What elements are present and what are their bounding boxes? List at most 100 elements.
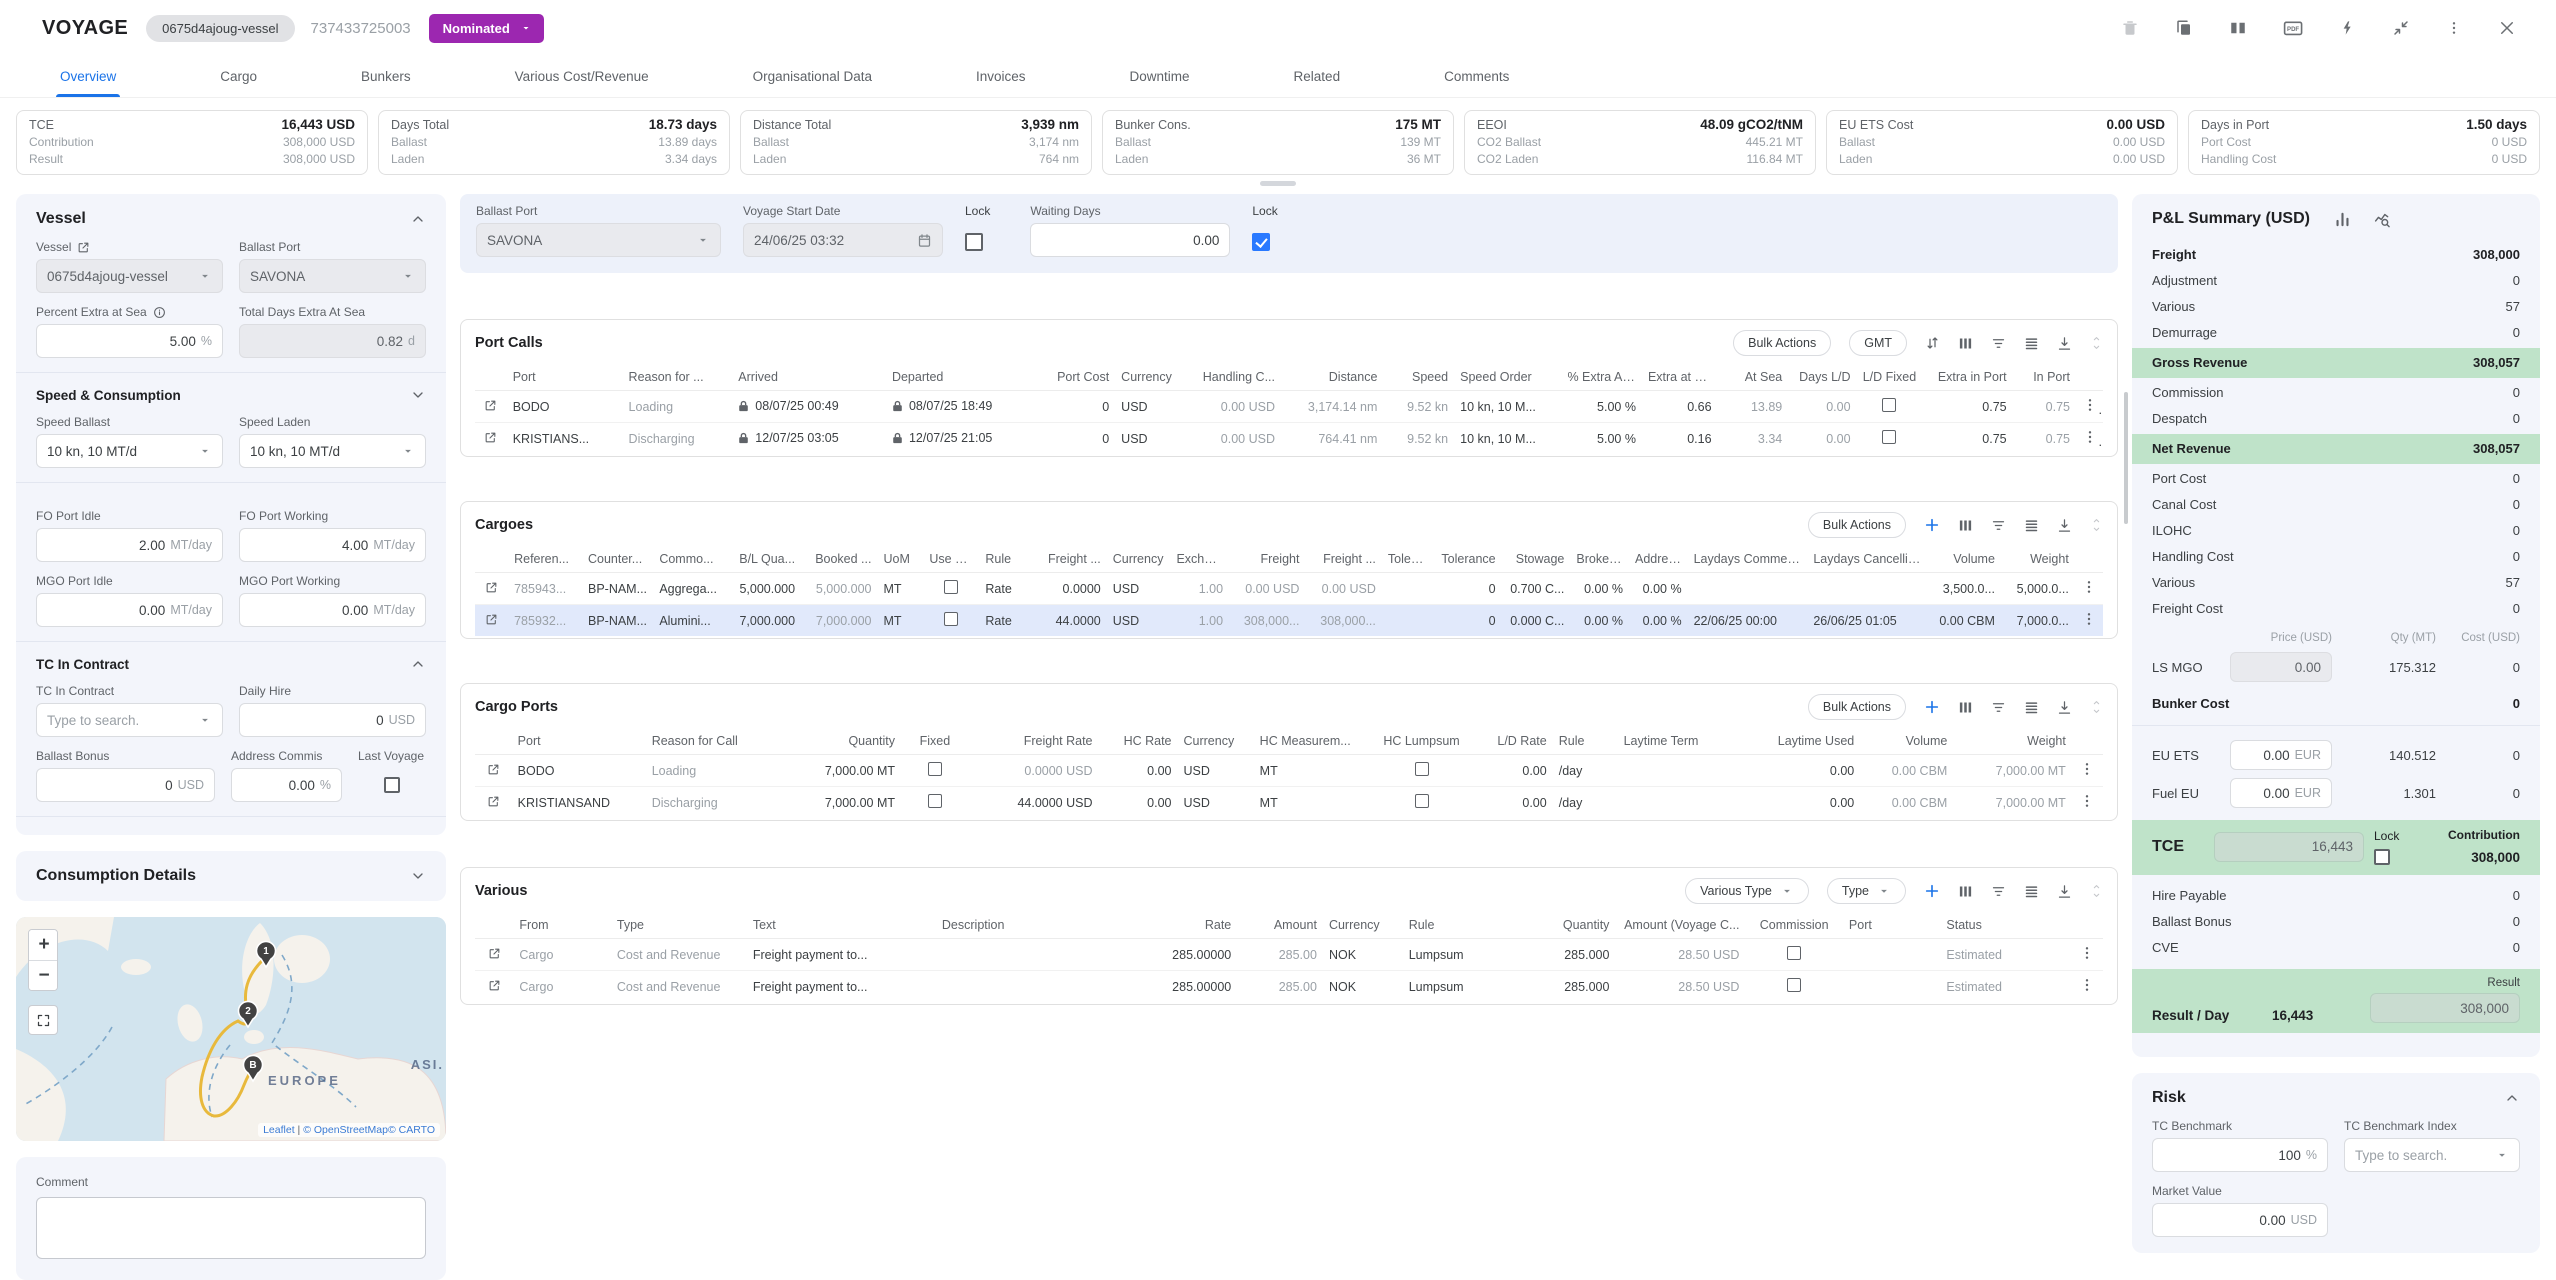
row-menu-icon[interactable] <box>2079 976 2095 994</box>
column-header[interactable]: Freight Rate <box>969 728 1099 755</box>
comment-input[interactable] <box>36 1197 426 1259</box>
open-row-icon[interactable] <box>487 763 500 776</box>
table-row[interactable]: BODOLoading7,000.00 MT0.0000 USD0.00USDM… <box>475 755 2103 787</box>
column-header[interactable]: Rule <box>1553 728 1618 755</box>
column-header[interactable]: Description <box>936 912 1113 939</box>
market-value-input[interactable] <box>2163 1213 2286 1228</box>
voyage-start-date-input[interactable]: 24/06/25 03:32 <box>743 223 943 257</box>
address-commission-input[interactable] <box>242 778 315 793</box>
tc-benchmark-input[interactable] <box>2163 1148 2301 1163</box>
column-header[interactable]: Rate <box>1113 912 1237 939</box>
type-dropdown[interactable]: Type <box>1827 878 1906 904</box>
column-header[interactable]: Tolerance <box>1433 546 1502 573</box>
kebab-icon[interactable] <box>2446 19 2462 37</box>
waiting-days-lock-checkbox[interactable] <box>1252 233 1270 251</box>
column-header[interactable]: Laytime Used <box>1745 728 1861 755</box>
bulk-actions-button[interactable]: Bulk Actions <box>1733 330 1831 356</box>
column-header[interactable]: B/L Qua... <box>725 546 801 573</box>
daily-hire-input[interactable] <box>250 713 384 728</box>
columns-icon[interactable] <box>1958 884 1973 899</box>
column-header[interactable]: Days L/D <box>1788 364 1856 391</box>
add-row-icon[interactable] <box>1924 883 1940 899</box>
column-header[interactable]: Distance <box>1281 364 1383 391</box>
column-header[interactable]: Broker C. <box>1570 546 1629 573</box>
rows-icon[interactable] <box>2024 700 2039 715</box>
table-row[interactable]: 785932...BP-NAM...Alumini...7,000.0007,0… <box>475 605 2103 637</box>
open-row-icon[interactable] <box>487 795 500 808</box>
column-header[interactable]: Fixed <box>901 728 969 755</box>
column-header[interactable]: Freight ... <box>1305 546 1381 573</box>
gmt-button[interactable]: GMT <box>1849 330 1907 356</box>
columns-icon[interactable] <box>1958 336 1973 351</box>
tab-comments[interactable]: Comments <box>1440 56 1513 97</box>
column-header[interactable]: Rule <box>979 546 1033 573</box>
chevron-up-icon[interactable] <box>410 656 426 672</box>
bulk-actions-button[interactable]: Bulk Actions <box>1808 512 1906 538</box>
column-header[interactable]: Status <box>1940 912 2070 939</box>
download-icon[interactable] <box>2057 700 2072 715</box>
table-row[interactable]: CargoCost and RevenueFreight payment to.… <box>475 939 2103 971</box>
column-header[interactable]: Laydays Commence <box>1688 546 1808 573</box>
expand-icon[interactable] <box>2090 336 2103 350</box>
column-header[interactable]: Type <box>611 912 747 939</box>
open-row-icon[interactable] <box>484 399 497 412</box>
checkbox[interactable] <box>1787 946 1801 960</box>
column-header[interactable]: Laytime Term <box>1618 728 1745 755</box>
column-header[interactable]: Port <box>512 728 646 755</box>
euets-price-input[interactable] <box>2241 748 2290 763</box>
expand-icon[interactable] <box>2090 884 2103 898</box>
row-menu-icon[interactable] <box>2079 760 2095 778</box>
column-header[interactable]: Quantity <box>780 728 901 755</box>
tab-bunkers[interactable]: Bunkers <box>357 56 415 97</box>
table-row[interactable]: KRISTIANSANDDischarging7,000.00 MT44.000… <box>475 787 2103 819</box>
column-header[interactable]: Rule <box>1403 912 1530 939</box>
map-zoom-out-button[interactable]: − <box>29 960 58 990</box>
column-header[interactable]: Weight <box>2001 546 2075 573</box>
tab-various-cost-revenue[interactable]: Various Cost/Revenue <box>511 56 653 97</box>
checkbox[interactable] <box>928 762 942 776</box>
checkbox[interactable] <box>1415 794 1429 808</box>
checkbox[interactable] <box>928 794 942 808</box>
column-header[interactable]: Port <box>507 364 623 391</box>
copy-icon[interactable] <box>2175 19 2193 37</box>
speed-ballast-select[interactable]: 10 kn, 10 MT/d <box>36 434 223 468</box>
column-header[interactable]: Volume <box>1860 728 1953 755</box>
column-header[interactable]: Port Cost <box>1040 364 1116 391</box>
fueleu-price-input[interactable] <box>2241 786 2290 801</box>
column-header[interactable]: Tolerar... <box>1382 546 1433 573</box>
add-row-icon[interactable] <box>1924 699 1940 715</box>
compare-icon[interactable] <box>2229 19 2247 37</box>
download-icon[interactable] <box>2057 336 2072 351</box>
download-icon[interactable] <box>2057 884 2072 899</box>
collapse-window-icon[interactable] <box>2392 19 2410 37</box>
column-header[interactable]: Handling C... <box>1188 364 1281 391</box>
delete-icon[interactable] <box>2121 19 2139 37</box>
column-header[interactable]: Commo... <box>653 546 724 573</box>
filter-icon[interactable] <box>1991 336 2006 351</box>
ballast-port-select[interactable]: SAVONA <box>239 259 426 293</box>
column-header[interactable]: Extra at Sea <box>1642 364 1718 391</box>
column-header[interactable]: Freight ... <box>1033 546 1107 573</box>
column-header[interactable]: Referen... <box>508 546 582 573</box>
table-row[interactable]: CargoCost and RevenueFreight payment to.… <box>475 971 2103 1003</box>
bar-chart-icon[interactable] <box>2334 211 2351 228</box>
column-header[interactable]: Volume <box>1927 546 2001 573</box>
column-header[interactable]: Address... <box>1629 546 1688 573</box>
row-menu-icon[interactable] <box>2082 396 2098 414</box>
fo-port-working-input[interactable] <box>250 538 368 553</box>
chevron-down-icon[interactable] <box>410 868 426 884</box>
open-row-icon[interactable] <box>485 613 498 626</box>
close-icon[interactable] <box>2498 19 2516 37</box>
tc-benchmark-index-select[interactable]: Type to search. <box>2344 1138 2520 1172</box>
open-row-icon[interactable] <box>488 979 501 992</box>
column-header[interactable]: UoM <box>877 546 923 573</box>
open-row-icon[interactable] <box>484 431 497 444</box>
checkbox[interactable] <box>1882 398 1896 412</box>
column-header[interactable]: Use Ma... <box>923 546 979 573</box>
rows-icon[interactable] <box>2024 518 2039 533</box>
row-menu-icon[interactable] <box>2082 428 2098 446</box>
column-header[interactable]: Currency <box>1178 728 1254 755</box>
column-header[interactable]: Speed Order <box>1454 364 1561 391</box>
tab-organisational-data[interactable]: Organisational Data <box>749 56 876 97</box>
row-menu-icon[interactable] <box>2081 578 2097 596</box>
